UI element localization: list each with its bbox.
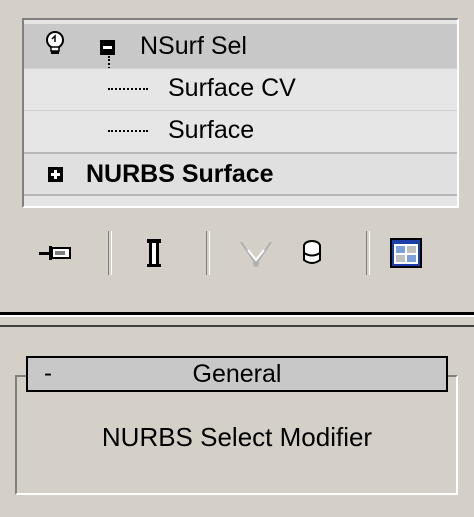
show-end-result-icon: [147, 239, 161, 267]
make-unique-icon: [240, 241, 272, 267]
plus-box-icon[interactable]: [48, 167, 63, 182]
configure-modifier-sets-button[interactable]: [386, 231, 426, 275]
stack-toolbar: [22, 218, 459, 288]
remove-modifier-icon: [303, 240, 321, 264]
sub-object-surface-cv[interactable]: Surface CV: [24, 68, 457, 110]
minus-box-icon[interactable]: [100, 40, 115, 55]
remove-modifier-button[interactable]: [292, 231, 332, 275]
panel-divider-highlight: [0, 315, 474, 317]
rollout-header-general[interactable]: - General: [26, 356, 448, 392]
configure-modifier-sets-icon: [390, 238, 422, 268]
stack-item-label: NSurf Sel: [140, 32, 247, 60]
pin-stack-button[interactable]: [36, 231, 76, 275]
pin-stack-icon: [39, 246, 71, 260]
lightbulb-icon[interactable]: [44, 31, 66, 59]
sub-object-label: Surface CV: [168, 74, 296, 102]
tree-branch: [108, 88, 148, 90]
sub-object-surface[interactable]: Surface: [24, 110, 457, 152]
show-end-result-button[interactable]: [134, 231, 174, 275]
toolbar-separator: [206, 231, 210, 275]
stack-item-nurbs-surface[interactable]: NURBS Surface: [24, 152, 457, 196]
sub-object-label: Surface: [168, 116, 255, 144]
rollout-title: General: [192, 360, 282, 388]
toolbar-separator: [366, 231, 370, 275]
make-unique-button[interactable]: [236, 231, 276, 275]
rollout-body-text: NURBS Select Modifier: [101, 422, 373, 452]
toolbar-separator: [108, 231, 112, 275]
stack-item-label: NURBS Surface: [86, 160, 274, 188]
modify-panel: NSurf Sel Surface CV Surface NURBS Surfa…: [0, 0, 474, 517]
stack-item-nsurf-sel[interactable]: NSurf Sel: [24, 24, 457, 68]
tree-branch: [108, 130, 148, 132]
panel-divider: [0, 325, 474, 327]
modifier-stack-list[interactable]: NSurf Sel Surface CV Surface NURBS Surfa…: [22, 18, 459, 208]
